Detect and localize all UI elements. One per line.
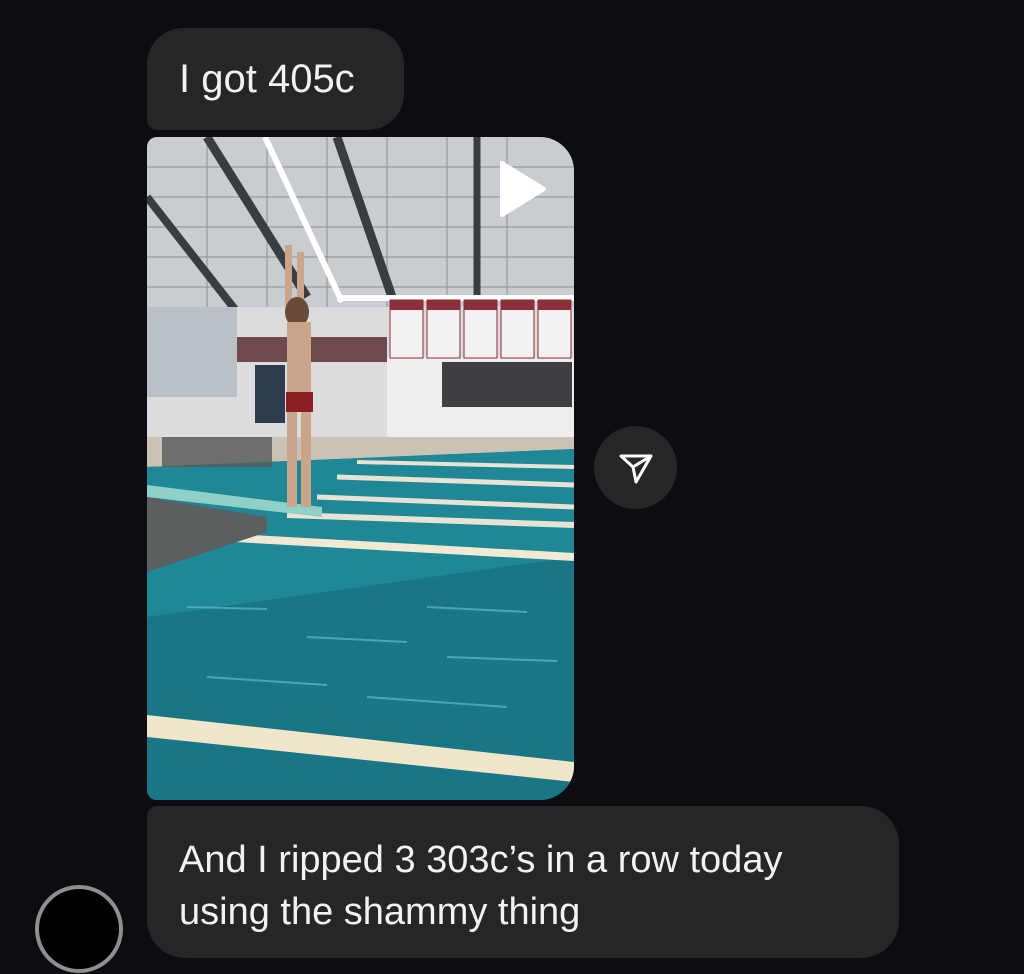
video-thumbnail bbox=[147, 137, 574, 800]
play-icon[interactable] bbox=[494, 159, 548, 219]
avatar[interactable] bbox=[35, 885, 123, 973]
message-thread: I got 405c And I ripped 3 303c’s in a ro… bbox=[0, 0, 1024, 974]
message-bubble-incoming[interactable]: I got 405c bbox=[147, 28, 404, 130]
send-icon bbox=[619, 454, 652, 483]
video-message[interactable] bbox=[147, 137, 574, 800]
message-text: And I ripped 3 303c’s in a row today usi… bbox=[179, 839, 783, 933]
message-text: I got 405c bbox=[179, 57, 355, 101]
share-button[interactable] bbox=[594, 426, 677, 509]
message-bubble-incoming[interactable]: And I ripped 3 303c’s in a row today usi… bbox=[147, 806, 899, 958]
